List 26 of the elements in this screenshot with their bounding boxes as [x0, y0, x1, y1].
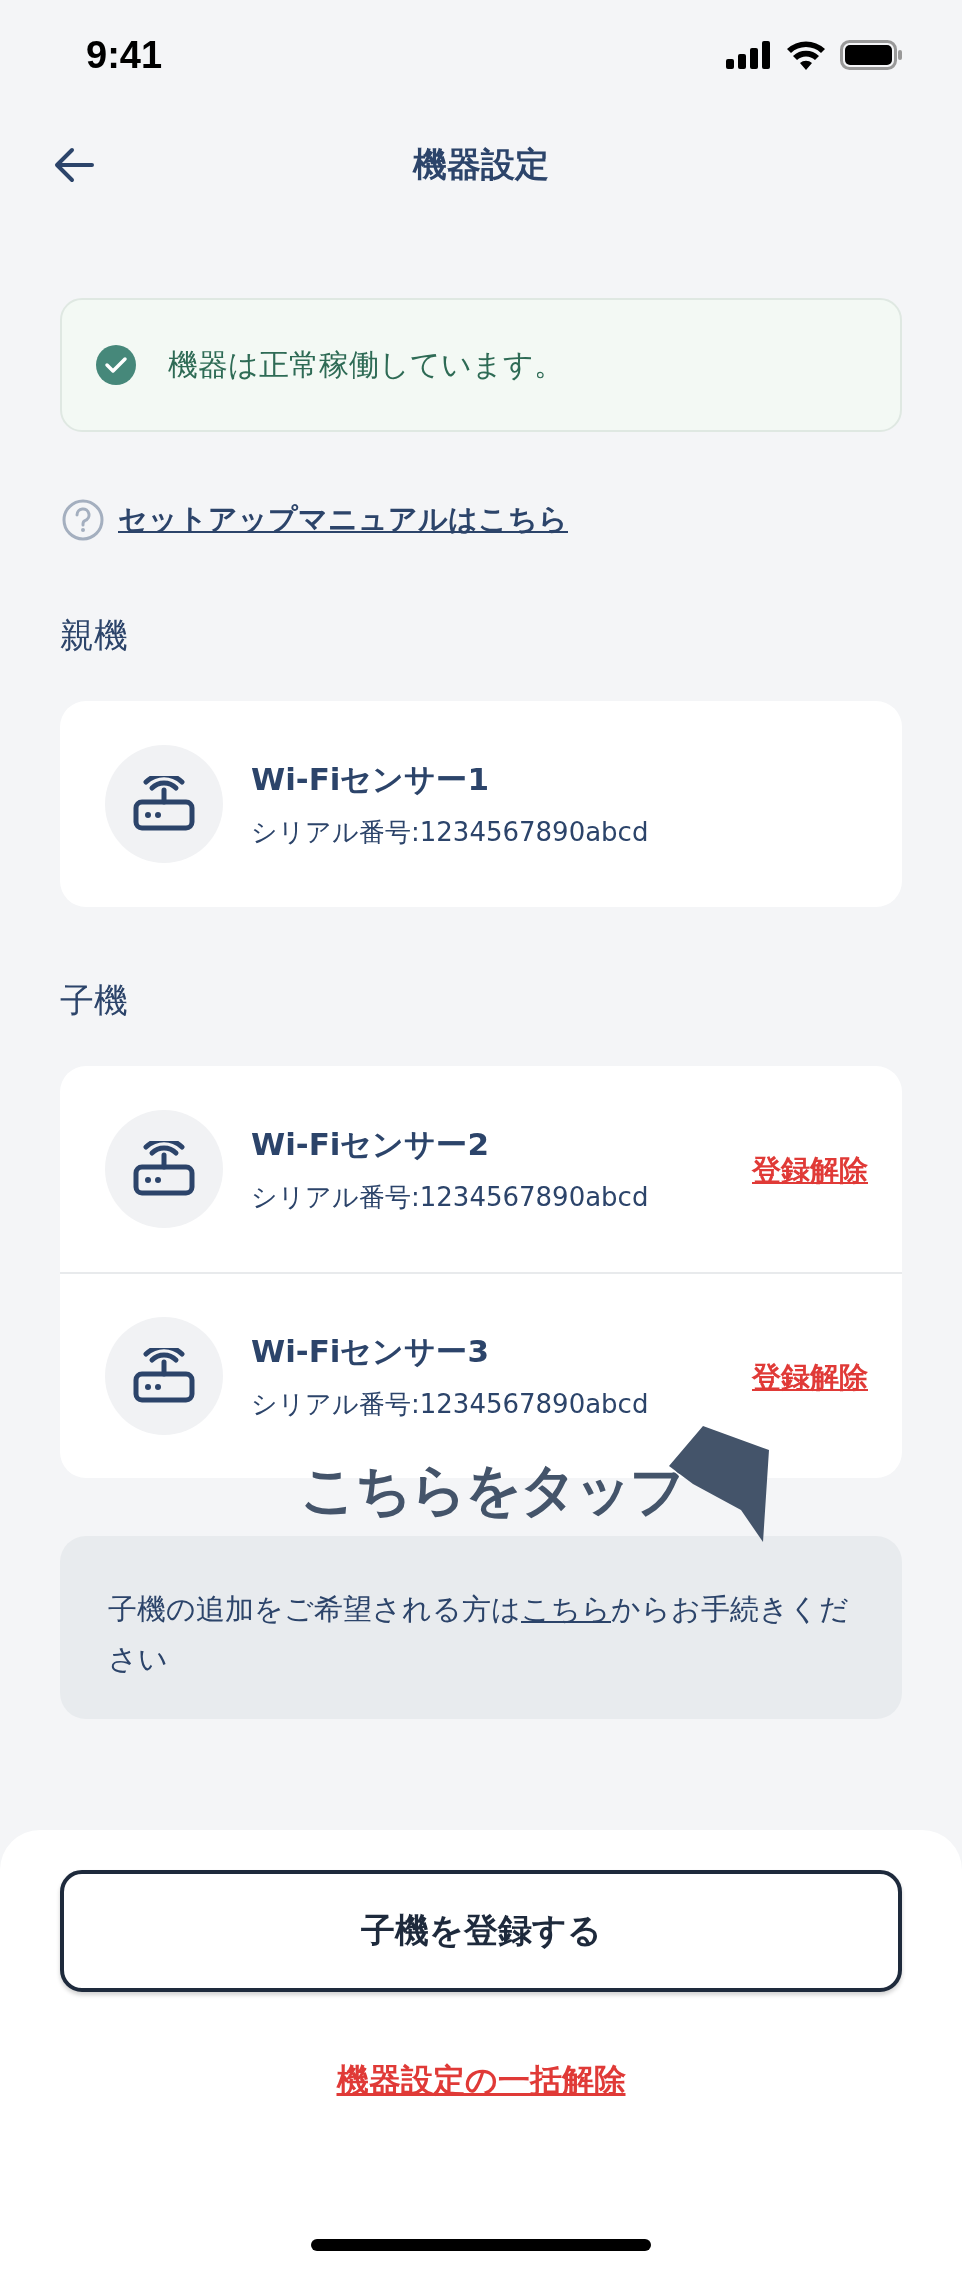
- serial-number: シリアル番号:1234567890abcd: [251, 815, 650, 849]
- router-icon: [132, 776, 196, 832]
- status-message: 機器は正常稼働しています。: [168, 345, 564, 384]
- serial-number: シリアル番号:1234567890abcd: [251, 1387, 650, 1421]
- signal-icon: [726, 41, 772, 69]
- info-text: 子機の追加をご希望される方は こちら からお手続きください: [108, 1591, 850, 1678]
- here-link[interactable]: こちら: [521, 1592, 611, 1626]
- router-icon: [132, 1348, 196, 1404]
- status-time: 9:41: [86, 33, 163, 77]
- manual-link[interactable]: セットアップマニュアルはこちら: [118, 500, 568, 540]
- section-heading: 子機: [60, 979, 129, 1022]
- register-button[interactable]: 子機を登録する: [60, 1870, 902, 1992]
- battery-icon: [840, 40, 902, 70]
- bulk-unregister-link[interactable]: 機器設定の一括解除: [336, 2059, 626, 2103]
- section-heading: 親機: [60, 614, 129, 657]
- serial-number: シリアル番号:1234567890abcd: [251, 1180, 650, 1214]
- device-name: Wi-Fiセンサー2: [251, 1124, 491, 1164]
- wifi-icon: [786, 40, 826, 70]
- router-icon: [132, 1141, 196, 1197]
- page-title: 機器設定: [413, 143, 549, 186]
- help-icon: [62, 499, 104, 541]
- check-icon: [96, 345, 136, 385]
- unregister-link[interactable]: 登録解除: [752, 1151, 868, 1191]
- unregister-link[interactable]: 登録解除: [752, 1358, 868, 1398]
- device-name: Wi-Fiセンサー1: [251, 759, 491, 799]
- device-name: Wi-Fiセンサー3: [251, 1331, 491, 1371]
